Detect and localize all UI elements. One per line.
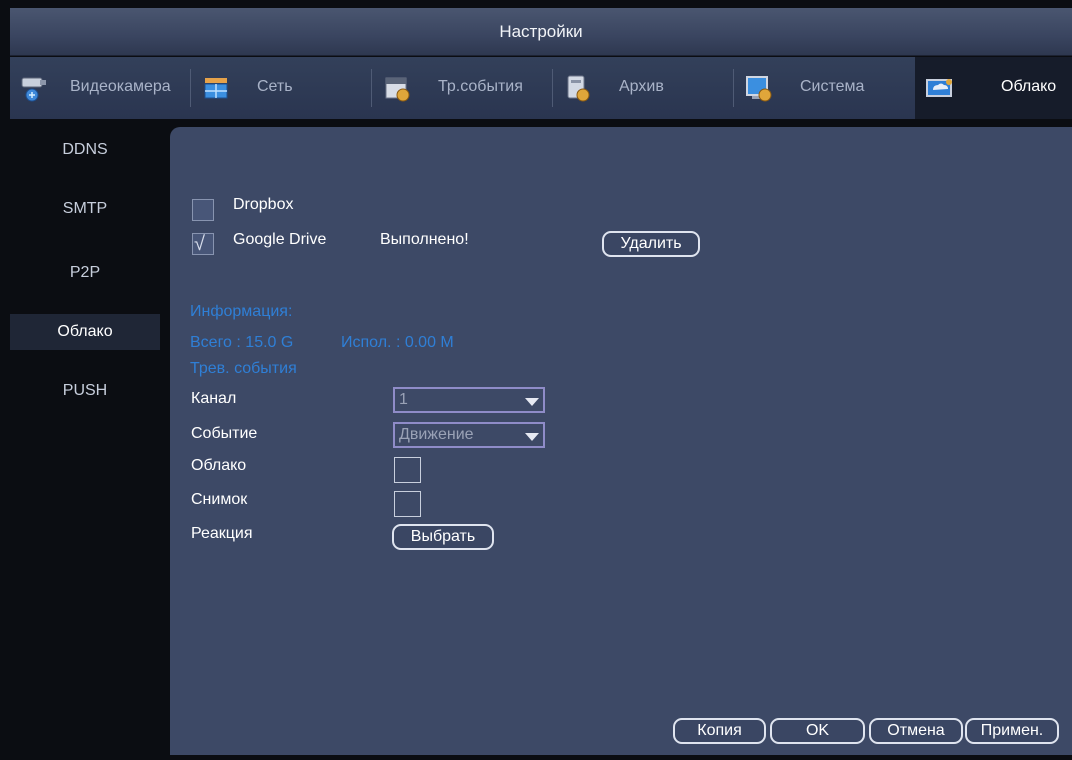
tab-network[interactable]: Сеть xyxy=(191,57,372,119)
sidebar-item-p2p[interactable]: P2P xyxy=(10,255,160,291)
dropbox-label: Dropbox xyxy=(233,196,294,213)
google-drive-checkbox[interactable]: √ xyxy=(192,233,214,255)
storage-total: Всего : 15.0 G xyxy=(190,334,294,351)
alarm-heading: Трев. события xyxy=(190,360,297,377)
settings-tabs: Видеокамера Сеть Тр.события Архив Систем… xyxy=(10,57,1072,119)
chevron-down-icon xyxy=(525,433,539,441)
tab-events-label: Тр.события xyxy=(438,78,523,95)
cloud-icon xyxy=(925,74,955,102)
snapshot-label: Снимок xyxy=(191,491,248,508)
cloud-upload-checkbox[interactable] xyxy=(394,457,421,483)
tab-cloud-label: Облако xyxy=(1001,78,1057,95)
storage-icon xyxy=(563,74,593,102)
event-icon xyxy=(382,74,412,102)
checkmark-icon: √ xyxy=(194,233,205,255)
storage-used: Испол. : 0.00 M xyxy=(341,334,454,351)
tab-system-label: Система xyxy=(800,78,865,95)
sidebar-item-cloud[interactable]: Облако xyxy=(10,314,160,350)
channel-select[interactable]: 1 xyxy=(393,387,545,413)
window-title: Настройки xyxy=(499,21,583,41)
sidebar-item-label: DDNS xyxy=(62,141,108,158)
tab-camera[interactable]: Видеокамера xyxy=(10,57,191,119)
event-value: Движение xyxy=(399,426,474,443)
tab-storage-label: Архив xyxy=(619,78,664,95)
sidebar-item-label: SMTP xyxy=(62,200,108,217)
chevron-down-icon xyxy=(525,398,539,406)
event-label: Событие xyxy=(191,425,258,442)
cloud-settings-panel: Dropbox √ Google Drive Выполнено! Удалит… xyxy=(170,127,1072,755)
sidebar-item-smtp[interactable]: SMTP xyxy=(10,191,160,227)
sidebar-item-label: PUSH xyxy=(62,382,108,399)
channel-value: 1 xyxy=(399,391,408,408)
google-drive-label: Google Drive xyxy=(233,231,327,248)
system-icon xyxy=(744,74,774,102)
copy-button[interactable]: Копия xyxy=(673,718,766,744)
tab-cloud[interactable]: Облако xyxy=(915,57,1072,119)
ok-button[interactable]: OK xyxy=(770,718,865,744)
action-label: Реакция xyxy=(191,525,253,542)
tab-system[interactable]: Система xyxy=(734,57,915,119)
select-action-button[interactable]: Выбрать xyxy=(392,524,494,550)
cloud-upload-label: Облако xyxy=(191,457,247,474)
google-drive-status: Выполнено! xyxy=(380,231,469,248)
event-select[interactable]: Движение xyxy=(393,422,545,448)
tab-storage[interactable]: Архив xyxy=(553,57,734,119)
window-title-bar: Настройки xyxy=(10,8,1072,56)
snapshot-checkbox[interactable] xyxy=(394,491,421,517)
tab-camera-label: Видеокамера xyxy=(70,78,171,95)
camera-icon xyxy=(20,74,50,102)
sidebar-item-push[interactable]: PUSH xyxy=(10,373,160,409)
apply-button[interactable]: Примен. xyxy=(965,718,1059,744)
sidebar-item-label: Облако xyxy=(57,323,113,340)
cancel-button[interactable]: Отмена xyxy=(869,718,963,744)
dropbox-checkbox[interactable] xyxy=(192,199,214,221)
channel-label: Канал xyxy=(191,390,237,407)
network-icon xyxy=(201,74,231,102)
sidebar-item-label: P2P xyxy=(69,264,101,281)
tab-events[interactable]: Тр.события xyxy=(372,57,553,119)
info-heading: Информация: xyxy=(190,303,293,320)
sidebar-item-ddns[interactable]: DDNS xyxy=(10,132,160,168)
delete-button[interactable]: Удалить xyxy=(602,231,700,257)
tab-network-label: Сеть xyxy=(257,78,293,95)
